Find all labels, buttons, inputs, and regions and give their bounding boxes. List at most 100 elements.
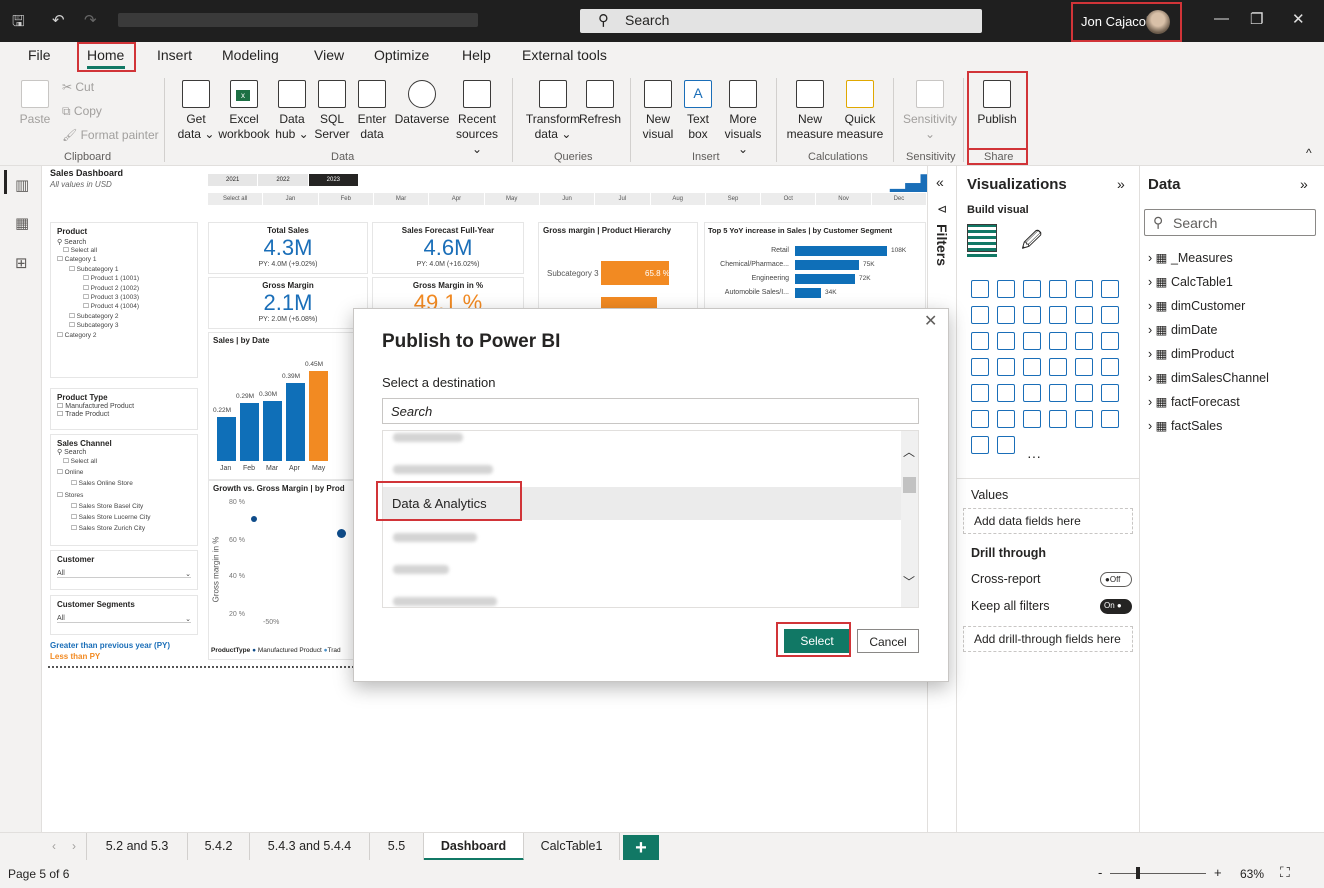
recent-sources-button[interactable]: Recent sources ⌄ — [452, 80, 502, 157]
month-button[interactable]: Apr — [429, 193, 484, 205]
text-box-button[interactable]: A Text box — [680, 80, 716, 142]
visual-type-icon[interactable] — [1101, 306, 1119, 324]
visual-type-icon[interactable] — [1075, 280, 1093, 298]
add-page-button[interactable]: + — [623, 835, 659, 861]
tab-optimize[interactable]: Optimize — [374, 47, 429, 63]
build-visual-icon[interactable] — [967, 224, 997, 252]
visual-type-icon[interactable] — [1075, 306, 1093, 324]
tab-external-tools[interactable]: External tools — [522, 47, 607, 63]
visual-type-icon[interactable] — [971, 306, 989, 324]
refresh-button[interactable]: Refresh — [578, 80, 622, 127]
tab-insert[interactable]: Insert — [157, 47, 192, 63]
zoom-slider[interactable] — [1110, 873, 1206, 874]
data-table-item[interactable]: › ▦ _Measures — [1148, 250, 1233, 265]
slicer-search[interactable]: ⚲ Search — [57, 238, 191, 246]
visual-type-icon[interactable] — [1075, 332, 1093, 350]
visual-type-icon[interactable] — [971, 410, 989, 428]
scrollbar[interactable]: ︿ ﹀ — [901, 431, 918, 607]
visual-type-icon[interactable] — [971, 384, 989, 402]
dataverse-button[interactable]: Dataverse — [394, 80, 450, 127]
minimize-icon[interactable]: — — [1214, 10, 1229, 27]
slicer-search[interactable]: ⚲ Search — [57, 448, 191, 456]
zoom-in-icon[interactable]: + — [1214, 865, 1222, 880]
slicer-item[interactable]: ☐ Product 4 (1004) — [57, 302, 191, 311]
list-item[interactable] — [383, 431, 903, 454]
month-button[interactable]: May — [484, 193, 539, 205]
sales-by-date-chart[interactable]: Sales | by Date 0.22M Jan 0.29M Feb 0.30M Mar… — [208, 332, 362, 480]
model-view-icon[interactable]: ⊞ — [15, 254, 28, 272]
sql-server-button[interactable]: SQL Server — [314, 80, 350, 142]
visual-type-icon[interactable] — [1049, 384, 1067, 402]
visual-type-icon[interactable] — [1101, 358, 1119, 376]
page-tab[interactable]: 5.4.2 — [188, 833, 250, 861]
zoom-out-icon[interactable]: - — [1098, 865, 1102, 880]
expand-icon[interactable]: « — [936, 174, 944, 190]
cross-report-toggle[interactable]: ●Off — [1100, 572, 1132, 587]
year-2021[interactable]: 2021 — [208, 174, 258, 186]
visual-type-icon[interactable] — [1023, 306, 1041, 324]
visual-type-icon[interactable] — [1023, 384, 1041, 402]
quick-measure-button[interactable]: Quick measure — [836, 80, 884, 142]
visual-type-icon[interactable] — [1101, 280, 1119, 298]
restore-icon[interactable]: ❐ — [1250, 10, 1263, 28]
visual-type-icon[interactable] — [1049, 306, 1067, 324]
enter-data-button[interactable]: Enter data — [352, 80, 392, 142]
tab-help[interactable]: Help — [462, 47, 491, 63]
sales-bar[interactable] — [286, 383, 305, 461]
month-button[interactable]: Nov — [816, 193, 871, 205]
fit-page-icon[interactable]: ⛶ — [1280, 864, 1290, 881]
page-tab[interactable]: 5.2 and 5.3 — [86, 833, 188, 861]
top5-chart[interactable]: Top 5 YoY increase in Sales | by Custome… — [704, 222, 926, 322]
visual-type-icon[interactable] — [1075, 410, 1093, 428]
new-measure-button[interactable]: New measure — [786, 80, 834, 142]
segments-dropdown[interactable]: All ⌄ — [57, 615, 191, 623]
data-table-item[interactable]: › ▦ CalcTable1 — [1148, 274, 1233, 289]
values-well[interactable]: Add data fields here — [963, 508, 1133, 534]
get-data-button[interactable]: Get data ⌄ — [176, 80, 216, 142]
sales-bar[interactable] — [240, 403, 259, 461]
list-item[interactable] — [383, 553, 903, 586]
sales-bar[interactable] — [263, 401, 282, 461]
slicer-item[interactable]: ☐ Online — [57, 467, 191, 478]
month-button[interactable]: Aug — [650, 193, 705, 205]
visual-type-icon[interactable] — [1023, 410, 1041, 428]
visual-type-icon[interactable] — [997, 410, 1015, 428]
sales-bar[interactable] — [309, 371, 328, 461]
visual-type-icon[interactable] — [1049, 280, 1067, 298]
visual-type-icon[interactable] — [1101, 410, 1119, 428]
data-table-item[interactable]: › ▦ dimDate — [1148, 322, 1217, 337]
collapse-ribbon-icon[interactable]: ^ — [1306, 146, 1312, 160]
zoom-slider-thumb[interactable] — [1136, 867, 1140, 879]
page-tab[interactable]: 5.5 — [370, 833, 424, 861]
title-search-box[interactable]: ⚲ Search — [580, 9, 982, 33]
visual-type-icon[interactable] — [1101, 384, 1119, 402]
data-search-input[interactable]: ⚲ Search — [1144, 209, 1316, 236]
collapse-icon[interactable]: » — [1300, 176, 1308, 192]
visual-type-icon[interactable] — [971, 358, 989, 376]
list-item[interactable] — [383, 585, 903, 607]
scatter-point[interactable] — [337, 529, 346, 538]
more-icon[interactable]: ··· — [1027, 448, 1041, 464]
slicer-item[interactable]: ☐ Stores — [57, 490, 191, 501]
scatter-point[interactable] — [251, 516, 257, 522]
slicer-item[interactable]: ☐ Category 2 — [57, 331, 191, 340]
slicer-item[interactable]: ☐ Category 1 — [57, 255, 191, 264]
list-item[interactable] — [383, 521, 903, 554]
visual-type-icon[interactable] — [1023, 358, 1041, 376]
customer-dropdown[interactable]: All ⌄ — [57, 570, 191, 578]
month-button[interactable]: Select all — [208, 193, 263, 205]
transform-data-button[interactable]: Transform data ⌄ — [520, 80, 586, 142]
workspace-search-input[interactable]: Search — [382, 398, 919, 424]
cut-button[interactable]: ✂ Cut — [62, 80, 94, 94]
new-visual-button[interactable]: New visual — [638, 80, 678, 142]
data-table-item[interactable]: › ▦ dimCustomer — [1148, 298, 1245, 313]
checkbox-item[interactable]: ☐ Manufactured Product — [57, 402, 191, 410]
page-tab[interactable]: CalcTable1 — [524, 833, 620, 861]
avatar[interactable] — [1146, 10, 1170, 34]
sensitivity-button[interactable]: Sensitivity ⌄ — [900, 80, 960, 142]
slicer-item[interactable]: ☐ Product 2 (1002) — [57, 284, 191, 293]
copy-button[interactable]: ⧉ Copy — [62, 104, 102, 119]
visual-type-icon[interactable] — [1023, 280, 1041, 298]
visual-type-icon[interactable] — [1023, 332, 1041, 350]
visual-type-icon[interactable] — [971, 436, 989, 454]
